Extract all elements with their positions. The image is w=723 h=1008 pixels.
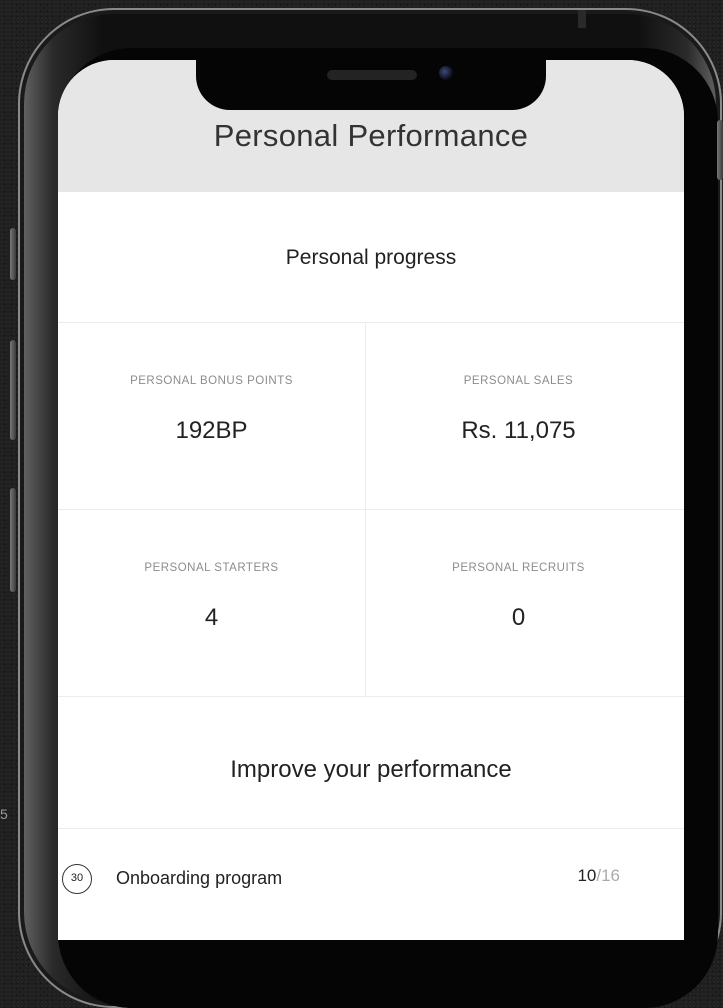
volume-down-button xyxy=(10,488,16,592)
stat-personal-starters[interactable]: PERSONAL STARTERS 4 xyxy=(58,562,365,632)
divider xyxy=(58,828,684,829)
divider xyxy=(58,696,684,697)
stat-label: PERSONAL RECRUITS xyxy=(452,562,585,574)
antenna-band xyxy=(578,10,586,28)
stat-value: 4 xyxy=(204,604,219,631)
program-name: Onboarding program xyxy=(116,868,283,888)
program-done-count: 10 xyxy=(577,866,597,885)
program-progress-count: 10/16 xyxy=(577,866,620,886)
divider xyxy=(58,322,684,323)
stat-personal-sales[interactable]: PERSONAL SALES Rs. 11,075 xyxy=(365,375,672,445)
stat-personal-bonus-points[interactable]: PERSONAL BONUS POINTS 192BP xyxy=(58,375,365,445)
stat-label: PERSONAL SALES xyxy=(463,375,574,387)
section-title-improve-performance: Improve your performance xyxy=(230,756,512,783)
onboarding-program-row[interactable]: 30 Onboarding program 10/16 xyxy=(58,860,684,900)
stat-personal-recruits[interactable]: PERSONAL RECRUITS 0 xyxy=(365,562,672,632)
stat-value: 0 xyxy=(511,604,526,631)
stat-value: Rs. 11,075 xyxy=(461,417,576,444)
phone-notch xyxy=(196,60,546,110)
program-days-badge: 30 xyxy=(62,864,92,894)
volume-up-button xyxy=(10,340,16,440)
program-total-count: /16 xyxy=(596,866,620,885)
section-title-personal-progress: Personal progress xyxy=(285,246,457,269)
phone-screen: Personal Performance Personal progress P… xyxy=(58,60,684,940)
speaker-grille xyxy=(327,70,417,80)
stat-label: PERSONAL STARTERS xyxy=(144,562,279,574)
stat-value: 192BP xyxy=(175,417,248,444)
front-camera xyxy=(439,66,453,80)
background-number: 5 xyxy=(0,806,8,822)
page-title: Personal Performance xyxy=(213,118,529,153)
divider xyxy=(58,509,684,510)
silent-switch xyxy=(10,228,16,280)
power-button xyxy=(717,120,723,180)
stat-label: PERSONAL BONUS POINTS xyxy=(130,375,293,387)
